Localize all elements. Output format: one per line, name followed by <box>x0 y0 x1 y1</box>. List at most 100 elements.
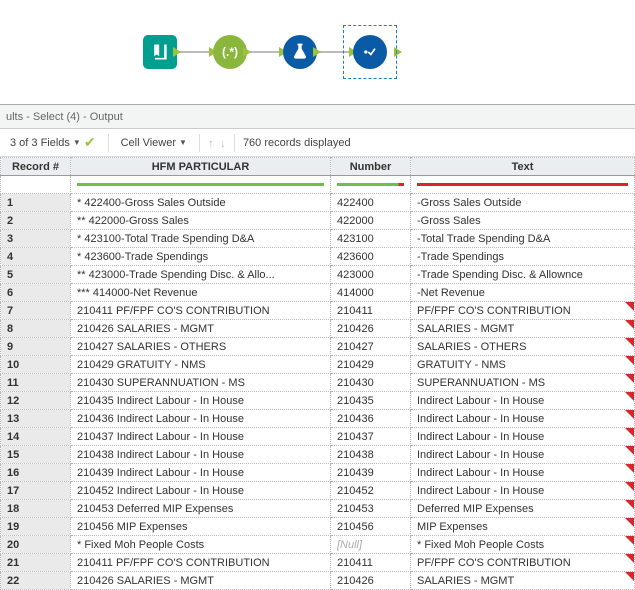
connector <box>180 51 210 53</box>
cell-text: -Gross Sales <box>411 212 635 230</box>
cell-number: 414000 <box>331 284 411 302</box>
table-row[interactable]: 5** 423000-Trade Spending Disc. & Allo..… <box>1 266 635 284</box>
table-row[interactable]: 8210426 SALARIES - MGMT210426 SALARIES -… <box>1 320 635 338</box>
table-row[interactable]: 14210437 Indirect Labour - In House21043… <box>1 428 635 446</box>
cell-text: -Trade Spendings <box>411 248 635 266</box>
cell-record: 13 <box>1 410 71 428</box>
sort-down-button[interactable]: ↓ <box>220 136 226 150</box>
cell-record: 7 <box>1 302 71 320</box>
table-row[interactable]: 1* 422400-Gross Sales Outside422400-Gros… <box>1 194 635 212</box>
cell-hfm: 210456 MIP Expenses <box>71 518 331 536</box>
cell-record: 5 <box>1 266 71 284</box>
sort-up-button[interactable]: ↑ <box>208 136 214 150</box>
cell-number: 210438 <box>331 446 411 464</box>
col-header-hfm[interactable]: HFM PARTICULAR <box>71 158 331 176</box>
col-header-record[interactable]: Record # <box>1 158 71 176</box>
cell-number: 423100 <box>331 230 411 248</box>
cell-text: Indirect Labour - In House <box>411 428 635 446</box>
cell-number: 210436 <box>331 410 411 428</box>
cell-number: 422000 <box>331 212 411 230</box>
cell-number: 210426 <box>331 572 411 590</box>
cell-number: 210411 <box>331 302 411 320</box>
cell-record: 3 <box>1 230 71 248</box>
cell-number: 210427 <box>331 338 411 356</box>
cell-text: Indirect Labour - In House <box>411 482 635 500</box>
cell-record: 10 <box>1 356 71 374</box>
table-row[interactable]: 4* 423600-Trade Spendings423600-Trade Sp… <box>1 248 635 266</box>
divider <box>199 134 200 152</box>
divider <box>234 134 235 152</box>
cell-hfm: 210411 PF/FPF CO'S CONTRIBUTION <box>71 302 331 320</box>
cell-hfm: * 422400-Gross Sales Outside <box>71 194 331 212</box>
cell-text: -Total Trade Spending D&A <box>411 230 635 248</box>
cell-hfm: 210436 Indirect Labour - In House <box>71 410 331 428</box>
table-row[interactable]: 6*** 414000-Net Revenue414000-Net Revenu… <box>1 284 635 302</box>
table-row[interactable]: 19210456 MIP Expenses210456 MIP Expenses <box>1 518 635 536</box>
cell-text: GRATUITY - NMS <box>411 356 635 374</box>
cell-record: 8 <box>1 320 71 338</box>
cell-text: -Net Revenue <box>411 284 635 302</box>
cell-record: 21 <box>1 554 71 572</box>
table-row[interactable]: 20* Fixed Moh People Costs[Null]* Fixed … <box>1 536 635 554</box>
chevron-down-icon: ▼ <box>179 138 187 147</box>
table-row[interactable]: 7210411 PF/FPF CO'S CONTRIBUTION210411 P… <box>1 302 635 320</box>
cell-record: 15 <box>1 446 71 464</box>
cell-hfm: 210429 GRATUITY - NMS <box>71 356 331 374</box>
divider <box>108 134 109 152</box>
cell-hfm: * 423100-Total Trade Spending D&A <box>71 230 331 248</box>
records-count-label: 760 records displayed <box>243 137 351 149</box>
cell-hfm: 210426 SALARIES - MGMT <box>71 320 331 338</box>
cell-hfm: *** 414000-Net Revenue <box>71 284 331 302</box>
cell-text: PF/FPF CO'S CONTRIBUTION <box>411 302 635 320</box>
flask-icon <box>290 42 310 62</box>
cell-record: 16 <box>1 464 71 482</box>
chevron-down-icon: ▼ <box>73 138 81 147</box>
cell-text: SUPERANNUATION - MS <box>411 374 635 392</box>
cell-record: 14 <box>1 428 71 446</box>
table-row[interactable]: 15210438 Indirect Labour - In House21043… <box>1 446 635 464</box>
workflow-canvas[interactable]: (.*) <box>0 0 635 105</box>
table-row[interactable]: 11210430 SUPERANNUATION - MS210430 SUPER… <box>1 374 635 392</box>
header-row: Record # HFM PARTICULAR Number Text <box>1 158 635 176</box>
cell-text: -Trade Spending Disc. & Allownce <box>411 266 635 284</box>
cell-text: Indirect Labour - In House <box>411 392 635 410</box>
cell-hfm: 210439 Indirect Labour - In House <box>71 464 331 482</box>
table-row[interactable]: 22210426 SALARIES - MGMT210426 SALARIES … <box>1 572 635 590</box>
fields-dropdown[interactable]: 3 of 3 Fields ▼ ✔ <box>6 132 100 153</box>
cell-text: Indirect Labour - In House <box>411 410 635 428</box>
col-header-number[interactable]: Number <box>331 158 411 176</box>
table-row[interactable]: 18210453 Deferred MIP Expenses210453 Def… <box>1 500 635 518</box>
table-row[interactable]: 12210435 Indirect Labour - In House21043… <box>1 392 635 410</box>
table-row[interactable]: 3* 423100-Total Trade Spending D&A423100… <box>1 230 635 248</box>
table-row[interactable]: 2** 422000-Gross Sales422000-Gross Sales <box>1 212 635 230</box>
cell-hfm: 210437 Indirect Labour - In House <box>71 428 331 446</box>
cell-viewer-dropdown[interactable]: Cell Viewer ▼ <box>117 135 191 151</box>
cell-record: 12 <box>1 392 71 410</box>
cell-text: Deferred MIP Expenses <box>411 500 635 518</box>
cell-hfm: 210427 SALARIES - OTHERS <box>71 338 331 356</box>
table-row[interactable]: 16210439 Indirect Labour - In House21043… <box>1 464 635 482</box>
cell-number: 422400 <box>331 194 411 212</box>
cell-viewer-label: Cell Viewer <box>121 137 176 149</box>
cell-number: 210429 <box>331 356 411 374</box>
cell-number: 210411 <box>331 554 411 572</box>
table-row[interactable]: 9210427 SALARIES - OTHERS210427 SALARIES… <box>1 338 635 356</box>
selection-indicator <box>343 25 397 79</box>
cell-text: SALARIES - OTHERS <box>411 338 635 356</box>
cell-hfm: 210438 Indirect Labour - In House <box>71 446 331 464</box>
table-row[interactable]: 17210452 Indirect Labour - In House21045… <box>1 482 635 500</box>
cell-number: 210456 <box>331 518 411 536</box>
book-icon <box>150 42 170 62</box>
cell-number: 423000 <box>331 266 411 284</box>
cell-number: 210452 <box>331 482 411 500</box>
cell-number: 210453 <box>331 500 411 518</box>
regex-icon: (.*) <box>222 45 238 59</box>
select-tool[interactable] <box>350 32 390 72</box>
cell-hfm: * Fixed Moh People Costs <box>71 536 331 554</box>
table-row[interactable]: 10210429 GRATUITY - NMS210429 GRATUITY -… <box>1 356 635 374</box>
col-header-text[interactable]: Text <box>411 158 635 176</box>
cell-number: 210435 <box>331 392 411 410</box>
table-row[interactable]: 13210436 Indirect Labour - In House21043… <box>1 410 635 428</box>
results-grid[interactable]: Record # HFM PARTICULAR Number Text 1* 4… <box>0 157 635 590</box>
table-row[interactable]: 21210411 PF/FPF CO'S CONTRIBUTION210411 … <box>1 554 635 572</box>
